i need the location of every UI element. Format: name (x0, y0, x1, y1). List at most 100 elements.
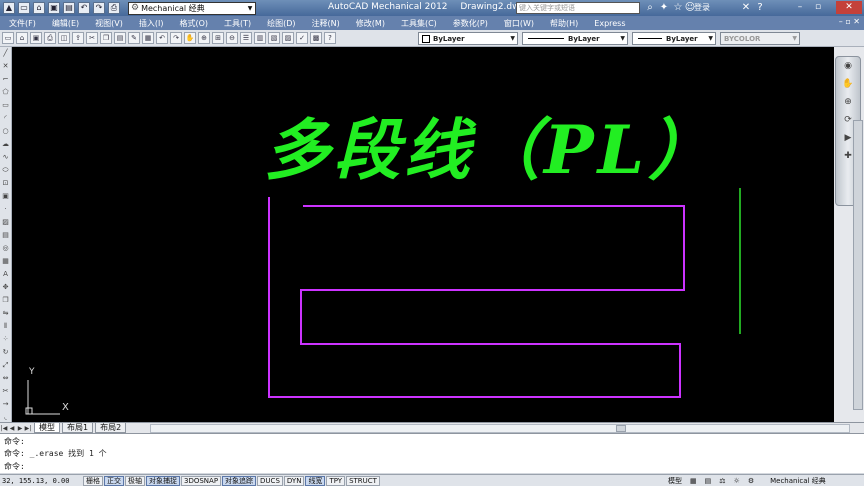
lineweight-toggle[interactable]: 线宽 (305, 475, 326, 486)
menu-annotate[interactable]: 注释(N) (312, 18, 340, 29)
menu-help[interactable]: 帮助(H) (550, 18, 578, 29)
workspace-select[interactable]: ⚙ Mechanical 经典 ▼ (128, 1, 256, 15)
tab-prev-icon[interactable]: ◀ (8, 425, 16, 432)
properties-icon[interactable]: ☰ (240, 32, 252, 44)
arc-icon[interactable]: ◜ (0, 113, 11, 124)
menu-edit[interactable]: 编辑(E) (52, 18, 79, 29)
annotation-scale-icon[interactable]: ⚖ (719, 477, 725, 485)
undo-icon[interactable]: ↶ (78, 2, 90, 14)
ducs-toggle[interactable]: DUCS (257, 475, 283, 486)
pan-icon[interactable]: ✋ (184, 32, 196, 44)
matchprop-icon[interactable]: ✎ (128, 32, 140, 44)
paste-icon[interactable]: ▤ (114, 32, 126, 44)
status-workspace-label[interactable]: Mechanical 经典 (770, 476, 826, 486)
plot-icon[interactable]: ⎙ (108, 2, 120, 14)
drawing-canvas[interactable]: 多段线（PL） Y X (12, 47, 834, 422)
doc-window-controls[interactable]: – ▫ ✕ (839, 17, 860, 26)
tab-next-icon[interactable]: ▶ (16, 425, 24, 432)
minimize-button[interactable]: – (792, 1, 808, 14)
redo-icon[interactable]: ↷ (93, 2, 105, 14)
sheet-set-icon[interactable]: ▨ (282, 32, 294, 44)
region-icon[interactable]: ◎ (0, 243, 11, 254)
construction-line-icon[interactable]: ✕ (0, 61, 11, 72)
menu-parametric[interactable]: 参数化(P) (453, 18, 488, 29)
mtext-icon[interactable]: A (0, 269, 11, 280)
polyline-icon[interactable]: ⌐ (0, 74, 11, 85)
cut-icon[interactable]: ✂ (86, 32, 98, 44)
polyline-object[interactable] (268, 197, 685, 398)
new-file-icon[interactable]: ▭ (18, 2, 30, 14)
vertical-scroll-thumb[interactable] (853, 120, 863, 410)
help-icon[interactable]: ? (754, 2, 766, 14)
exchange-icon[interactable]: ✕ (740, 2, 752, 14)
zoom-realtime-icon[interactable]: ⊕ (198, 32, 210, 44)
otrack-toggle[interactable]: 对象追踪 (222, 475, 257, 486)
save-as-icon[interactable]: ▤ (63, 2, 75, 14)
menu-modify[interactable]: 修改(M) (356, 18, 385, 29)
point-icon[interactable]: · (0, 204, 11, 215)
menu-toolsets[interactable]: 工具集(C) (401, 18, 437, 29)
rotate-icon[interactable]: ↻ (0, 347, 11, 358)
workspace-switch-icon[interactable]: ⚙ (748, 477, 754, 485)
tab-first-icon[interactable]: |◀ (0, 425, 8, 432)
extend-icon[interactable]: → (0, 399, 11, 410)
tab-layout1[interactable]: 布局1 (62, 423, 94, 433)
model-space-button[interactable]: 模型 (668, 476, 682, 486)
insert-block-icon[interactable]: ⊡ (0, 178, 11, 189)
favorites-icon[interactable]: ☆ (672, 2, 684, 14)
quick-view-drawings-icon[interactable]: ▤ (705, 477, 712, 485)
trim-icon[interactable]: ✂ (0, 386, 11, 397)
ellipse-icon[interactable]: ⬭ (0, 165, 11, 176)
menu-view[interactable]: 视图(V) (95, 18, 123, 29)
scale-icon[interactable]: ⤢ (0, 360, 11, 371)
markup-icon[interactable]: ✓ (296, 32, 308, 44)
design-center-icon[interactable]: ▥ (254, 32, 266, 44)
polygon-icon[interactable]: ⬠ (0, 87, 11, 98)
qnew-icon[interactable]: ▭ (2, 32, 14, 44)
mirror-icon[interactable]: ⇋ (0, 308, 11, 319)
dyn-toggle[interactable]: DYN (283, 475, 305, 486)
open-file-icon[interactable]: ⌂ (33, 2, 45, 14)
menu-window[interactable]: 窗口(W) (504, 18, 534, 29)
menu-format[interactable]: 格式(O) (179, 18, 208, 29)
block-editor-icon[interactable]: ▦ (142, 32, 154, 44)
move-icon[interactable]: ✥ (0, 282, 11, 293)
spline-icon[interactable]: ∿ (0, 152, 11, 163)
copy-icon[interactable]: ❐ (100, 32, 112, 44)
command-window[interactable]: 命令: 命令: _.erase 找到 1 个 命令: (0, 433, 864, 473)
help-icon[interactable]: ? (324, 32, 336, 44)
polar-toggle[interactable]: 极轴 (125, 475, 145, 486)
tool-palettes-icon[interactable]: ▧ (268, 32, 280, 44)
ortho-toggle[interactable]: 正交 (104, 475, 124, 486)
menu-tools[interactable]: 工具(T) (224, 18, 251, 29)
lineweight-select[interactable]: ByLayer ▼ (632, 32, 716, 45)
copy-object-icon[interactable]: ❐ (0, 295, 11, 306)
tpy-toggle[interactable]: TPY (326, 475, 346, 486)
3dosnap-toggle[interactable]: 3DOSNAP (181, 475, 222, 486)
circle-icon[interactable]: ○ (0, 126, 11, 137)
tab-last-icon[interactable]: ▶| (24, 425, 32, 432)
line-icon[interactable]: ╱ (0, 48, 11, 59)
zoom-window-icon[interactable]: ⊞ (212, 32, 224, 44)
coordinate-readout[interactable]: 32, 155.13, 0.00 (0, 477, 82, 485)
table-icon[interactable]: ▦ (0, 256, 11, 267)
horizontal-scrollbar[interactable] (150, 424, 850, 433)
struct-toggle[interactable]: STRUCT (346, 475, 380, 486)
gradient-icon[interactable]: ▤ (0, 230, 11, 241)
rectangle-icon[interactable]: ▭ (0, 100, 11, 111)
menu-insert[interactable]: 插入(I) (139, 18, 164, 29)
tab-model[interactable]: 模型 (34, 423, 60, 433)
menu-draw[interactable]: 绘图(D) (267, 18, 295, 29)
search-icon[interactable]: ⌕ (644, 2, 656, 14)
revcloud-icon[interactable]: ☁ (0, 139, 11, 150)
save-icon[interactable]: ▣ (30, 32, 42, 44)
zoom-icon[interactable]: ⊕ (836, 97, 860, 111)
steering-wheel-icon[interactable]: ◉ (836, 61, 860, 75)
command-prompt[interactable]: 命令: (4, 461, 25, 472)
maximize-button[interactable]: ▫ (810, 1, 826, 14)
offset-icon[interactable]: ⫴ (0, 321, 11, 332)
zoom-previous-icon[interactable]: ⊖ (226, 32, 238, 44)
array-icon[interactable]: ⁘ (0, 334, 11, 345)
redo-icon[interactable]: ↷ (170, 32, 182, 44)
subscription-icon[interactable]: ✦ (658, 2, 670, 14)
